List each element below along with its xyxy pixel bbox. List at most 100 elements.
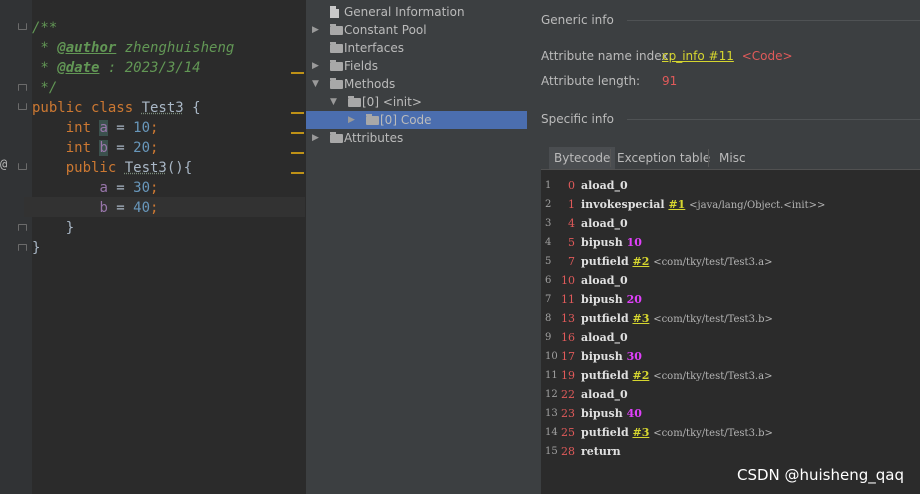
bytecode-instruction-group: bipush 10: [581, 233, 642, 252]
constant-pool-ref-link[interactable]: #3: [632, 426, 649, 439]
tree-item[interactable]: ▶ Constant Pool: [306, 21, 527, 39]
folder-icon: [366, 114, 379, 125]
override-icon[interactable]: @: [0, 157, 7, 171]
bytecode-instruction-group: bipush 40: [581, 404, 642, 423]
constant-pool-ref-link[interactable]: #3: [632, 312, 649, 325]
bytecode-row[interactable]: 10 17 bipush 30: [541, 347, 920, 366]
class-structure-tree[interactable]: General Information ▶ Constant Pool Interfa…: [306, 0, 527, 494]
tree-item[interactable]: ▶ Attributes: [306, 129, 527, 147]
bytecode-row[interactable]: 4 5 bipush 10: [541, 233, 920, 252]
code-editor[interactable]: @ /** * @author zhenghuisheng * @date : …: [0, 0, 305, 494]
code-line[interactable]: * @author zhenghuisheng: [32, 38, 234, 58]
warning-marker[interactable]: [291, 172, 304, 174]
bytecode-row[interactable]: 7 11 bipush 20: [541, 290, 920, 309]
bytecode-instruction-group: putfield #2 <com/tky/test/Test3.a>: [581, 252, 772, 272]
code-line[interactable]: b = 40;: [32, 198, 158, 218]
tree-item[interactable]: Interfaces: [306, 39, 527, 57]
tree-item[interactable]: ▶ Fields: [306, 57, 527, 75]
collapse-arrow-icon[interactable]: ▶: [312, 24, 322, 36]
bytecode-row[interactable]: 15 28 return: [541, 442, 920, 461]
tab-divider: [610, 149, 611, 167]
bytecode-row[interactable]: 2 1 invokespecial #1 <java/lang/Object.<in…: [541, 195, 920, 214]
code-line[interactable]: public Test3(){: [32, 158, 192, 178]
code-line[interactable]: /**: [32, 18, 57, 38]
fold-end-icon[interactable]: [18, 244, 27, 251]
fold-start-icon[interactable]: [18, 23, 27, 30]
bytecode-row[interactable]: 11 19 putfield #2 <com/tky/test/Test3.a>: [541, 366, 920, 385]
warning-marker[interactable]: [291, 112, 304, 114]
bytecode-instruction-group: putfield #3 <com/tky/test/Test3.b>: [581, 423, 773, 443]
warning-marker[interactable]: [291, 152, 304, 154]
fold-start-icon[interactable]: [18, 103, 27, 110]
code-token: int: [32, 140, 100, 156]
bytecode-instruction-group: bipush 20: [581, 290, 642, 309]
tree-item-label: [0] Code: [380, 113, 432, 127]
tree-item[interactable]: ▼ Methods: [306, 75, 527, 93]
bytecode-row[interactable]: 5 7 putfield #2 <com/tky/test/Test3.a>: [541, 252, 920, 271]
tree-item-label: Methods: [344, 77, 396, 91]
tree-item[interactable]: General Information: [306, 3, 527, 21]
warning-marker[interactable]: [291, 132, 304, 134]
constant-pool-ref-link[interactable]: #2: [632, 369, 649, 382]
code-line[interactable]: }: [32, 238, 40, 258]
code-token: =: [107, 180, 134, 196]
code-token: 40: [133, 200, 151, 216]
code-line[interactable]: int a = 10;: [32, 118, 158, 138]
code-token: ;: [150, 140, 159, 156]
code-token: Test3: [124, 160, 167, 176]
bytecode-row[interactable]: 6 10 aload_0: [541, 271, 920, 290]
bytecode-row[interactable]: 8 13 putfield #3 <com/tky/test/Test3.b>: [541, 309, 920, 328]
warning-marker[interactable]: [291, 72, 304, 74]
bytecode-offset: 13: [561, 312, 575, 325]
tree-item[interactable]: ▼ [0] <init>: [306, 93, 527, 111]
bytecode-row[interactable]: 13 23 bipush 40: [541, 404, 920, 423]
collapse-arrow-icon[interactable]: ▶: [312, 132, 322, 144]
bytecode-instruction: aload_0: [581, 217, 628, 230]
bytecode-row[interactable]: 3 4 aload_0: [541, 214, 920, 233]
code-line[interactable]: */: [32, 78, 57, 98]
tree-item[interactable]: ▶ [0] Code: [306, 111, 527, 129]
code-line[interactable]: a = 30;: [32, 178, 158, 198]
fold-end-icon[interactable]: [18, 224, 27, 231]
bytecode-row[interactable]: 1 0 aload_0: [541, 176, 920, 195]
expand-arrow-icon[interactable]: ▼: [330, 96, 340, 108]
code-line[interactable]: public class Test3 {: [32, 98, 201, 118]
bytecode-comment: <com/tky/test/Test3.b>: [653, 314, 773, 325]
code-token: =: [107, 200, 134, 216]
collapse-arrow-icon[interactable]: ▶: [348, 114, 358, 126]
collapse-arrow-icon[interactable]: ▶: [312, 60, 322, 72]
code-token: public class: [32, 100, 142, 116]
code-line[interactable]: * @date : 2023/3/14: [32, 58, 200, 78]
tab-misc[interactable]: Misc: [714, 147, 751, 169]
bytecode-listing[interactable]: 1 0 aload_0 2 1 invokespecial #1 <java/lang/O…: [541, 170, 920, 494]
code-line[interactable]: int b = 20;: [32, 138, 158, 158]
tree-item-label: Fields: [344, 59, 378, 73]
tree-item-label: [0] <init>: [362, 95, 422, 109]
tree-item-label: General Information: [344, 5, 465, 19]
code-token: b: [99, 140, 108, 156]
code-line[interactable]: }: [32, 218, 74, 238]
editor-gutter: [0, 0, 32, 494]
bytecode-offset: 16: [561, 331, 575, 344]
constant-pool-ref-link[interactable]: #2: [632, 255, 649, 268]
bytecode-offset: 0: [568, 179, 575, 192]
bytecode-operand: 10: [626, 236, 642, 249]
bytecode-instruction-group: aload_0: [581, 176, 628, 195]
folder-icon: [330, 60, 343, 71]
constant-pool-ref-link[interactable]: #1: [668, 198, 685, 211]
bytecode-offset: 23: [561, 407, 575, 420]
cp-info-link[interactable]: cp_info #11: [662, 49, 734, 63]
bytecode-row[interactable]: 9 16 aload_0: [541, 328, 920, 347]
bytecode-instruction: bipush: [581, 407, 623, 420]
bytecode-row[interactable]: 12 22 aload_0: [541, 385, 920, 404]
code-token: {: [183, 100, 201, 116]
tab-exception-table[interactable]: Exception table: [612, 147, 715, 169]
expand-arrow-icon[interactable]: ▼: [312, 78, 322, 90]
tab-bytecode[interactable]: Bytecode: [549, 147, 616, 169]
code-token: int: [32, 120, 100, 136]
fold-end-icon[interactable]: [18, 84, 27, 91]
bytecode-row[interactable]: 14 25 putfield #3 <com/tky/test/Test3.b>: [541, 423, 920, 442]
fold-start-icon[interactable]: [18, 163, 27, 170]
code-token: */: [32, 80, 58, 96]
